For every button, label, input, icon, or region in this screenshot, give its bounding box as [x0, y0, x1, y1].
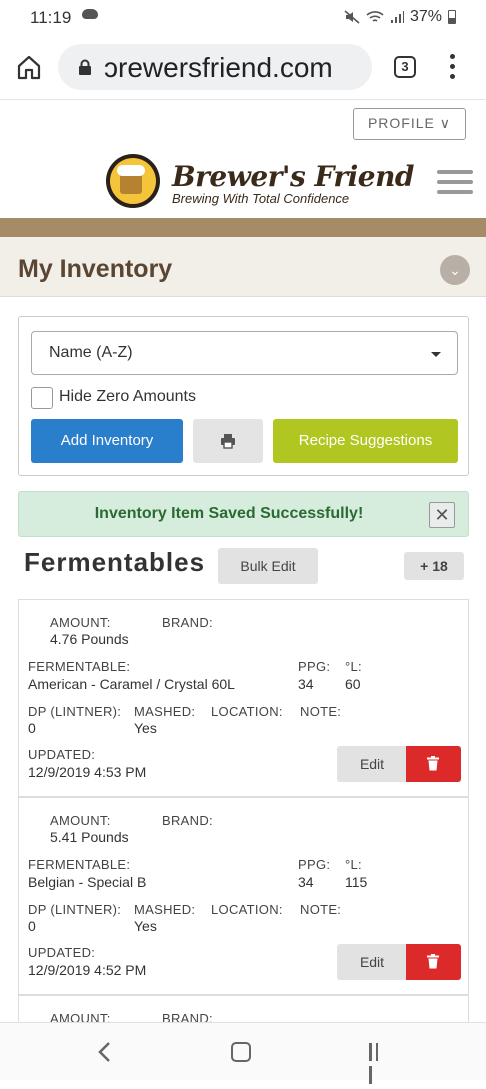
- header-divider: [0, 218, 486, 237]
- note-label: NOTE:: [300, 704, 342, 719]
- address-bar[interactable]: ɔrewersfriend.com: [58, 44, 372, 90]
- back-icon[interactable]: [96, 1041, 114, 1063]
- inventory-card: AMOUNT: BRAND: 5.41 Pounds FERMENTABLE: …: [18, 797, 469, 995]
- mashed-label: MASHED:: [134, 902, 196, 917]
- dp-value: 0: [28, 720, 36, 736]
- print-button[interactable]: [193, 419, 263, 463]
- cloud-icon: [82, 9, 98, 19]
- recents-icon[interactable]: [369, 1043, 387, 1084]
- mashed-value: Yes: [134, 720, 157, 736]
- brand-label: BRAND:: [162, 615, 213, 630]
- status-bar: 11:19 37%: [0, 0, 486, 36]
- edit-button[interactable]: Edit: [337, 746, 407, 782]
- ppg-value: 34: [298, 874, 314, 890]
- status-time: 11:19: [30, 8, 72, 27]
- updated-value: 12/9/2019 4:52 PM: [28, 962, 147, 978]
- bulk-edit-button[interactable]: Bulk Edit: [218, 548, 318, 584]
- location-label: LOCATION:: [211, 902, 283, 917]
- battery-icon: [448, 10, 456, 24]
- inventory-card: AMOUNT: BRAND: 4.76 Pounds FERMENTABLE: …: [18, 599, 469, 797]
- wifi-icon: [366, 11, 384, 22]
- browser-menu-icon[interactable]: [448, 54, 456, 82]
- brand-label: BRAND:: [162, 813, 213, 828]
- hide-zero-checkbox[interactable]: [31, 387, 53, 409]
- profile-button[interactable]: PROFILE ∨: [353, 108, 466, 140]
- logo-title[interactable]: Brewer's Friend: [172, 160, 415, 193]
- browser-toolbar: ɔrewersfriend.com 3: [0, 36, 486, 100]
- amount-value: 4.76 Pounds: [50, 631, 129, 647]
- sort-select[interactable]: Name (A-Z): [31, 331, 458, 375]
- mashed-value: Yes: [134, 918, 157, 934]
- add-fermentable-count-button[interactable]: + 18: [404, 552, 464, 580]
- mute-icon: [344, 10, 360, 24]
- lovibond-label: °L:: [345, 857, 362, 872]
- ppg-value: 34: [298, 676, 314, 692]
- amount-label: AMOUNT:: [50, 615, 111, 630]
- collapse-chevron-icon[interactable]: ⌄: [440, 255, 470, 285]
- url-text: ɔrewersfriend.com: [104, 52, 333, 83]
- location-label: LOCATION:: [211, 704, 283, 719]
- status-indicators: 37%: [344, 8, 456, 26]
- updated-label: UPDATED:: [28, 747, 96, 762]
- ppg-label: PPG:: [298, 857, 331, 872]
- alert-message: Inventory Item Saved Successfully!: [94, 505, 364, 522]
- section-title: Fermentables: [24, 547, 206, 577]
- success-alert: Inventory Item Saved Successfully! ✕: [18, 491, 469, 537]
- system-nav-bar: [0, 1022, 486, 1084]
- dp-label: DP (LINTNER):: [28, 902, 122, 917]
- hamburger-menu-icon[interactable]: [437, 170, 473, 194]
- amount-value: 5.41 Pounds: [50, 829, 129, 845]
- fermentable-label: FERMENTABLE:: [28, 659, 131, 674]
- sort-select-value: Name (A-Z): [49, 344, 133, 361]
- updated-label: UPDATED:: [28, 945, 96, 960]
- trash-icon: [427, 756, 439, 771]
- inventory-controls: Name (A-Z) Hide Zero Amounts Add Invento…: [18, 316, 469, 476]
- lock-icon: [79, 59, 91, 75]
- logo-icon[interactable]: [106, 154, 160, 208]
- ppg-label: PPG:: [298, 659, 331, 674]
- add-inventory-button[interactable]: Add Inventory: [31, 419, 183, 463]
- lovibond-value: 115: [345, 874, 368, 890]
- home-icon[interactable]: [14, 52, 44, 82]
- recipe-suggestions-button[interactable]: Recipe Suggestions: [273, 419, 458, 463]
- fermentable-value: Belgian - Special B: [28, 874, 147, 890]
- tabs-count-button[interactable]: 3: [394, 56, 416, 78]
- note-label: NOTE:: [300, 902, 342, 917]
- fermentable-label: FERMENTABLE:: [28, 857, 131, 872]
- edit-button[interactable]: Edit: [337, 944, 407, 980]
- chevron-down-icon: ∨: [439, 115, 452, 131]
- home-nav-icon[interactable]: [231, 1042, 251, 1062]
- fermentable-value: American - Caramel / Crystal 60L: [28, 676, 235, 692]
- page-title: My Inventory: [18, 255, 173, 283]
- updated-value: 12/9/2019 4:53 PM: [28, 764, 147, 780]
- lovibond-value: 60: [345, 676, 361, 692]
- battery-percent: 37%: [409, 8, 442, 25]
- dp-value: 0: [28, 918, 36, 934]
- mashed-label: MASHED:: [134, 704, 196, 719]
- trash-icon: [427, 954, 439, 969]
- logo-tagline: Brewing With Total Confidence: [172, 191, 350, 206]
- profile-label: PROFILE: [367, 115, 435, 131]
- signal-icon: [390, 11, 404, 23]
- dp-label: DP (LINTNER):: [28, 704, 122, 719]
- caret-down-icon: [431, 352, 441, 357]
- printer-icon: [221, 434, 235, 449]
- close-icon[interactable]: ✕: [429, 502, 455, 528]
- lovibond-label: °L:: [345, 659, 362, 674]
- delete-button[interactable]: [406, 746, 461, 782]
- page-title-bar: My Inventory ⌄: [0, 237, 486, 297]
- hide-zero-label[interactable]: Hide Zero Amounts: [59, 388, 196, 406]
- amount-label: AMOUNT:: [50, 813, 111, 828]
- delete-button[interactable]: [406, 944, 461, 980]
